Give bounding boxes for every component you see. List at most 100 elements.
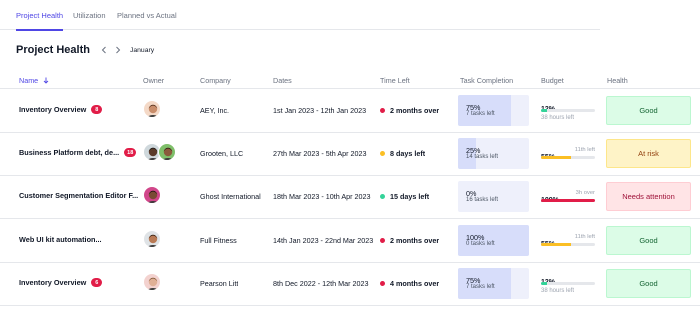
status-dot <box>380 281 385 286</box>
status-dot <box>380 108 385 113</box>
budget-bar <box>541 243 595 246</box>
budget: 55% 11th left <box>541 146 595 172</box>
table-row[interactable]: Customer Segmentation Editor F... Ghost … <box>0 175 700 219</box>
table-row[interactable]: Web UI kit automation... Full Fitness 14… <box>0 219 700 263</box>
avatar[interactable] <box>143 186 161 204</box>
budget-bar-fill <box>541 199 595 202</box>
column-header-health: Health <box>607 76 628 85</box>
budget: 55% 11th left <box>541 233 595 259</box>
health-status-badge: Needs attention <box>606 182 691 211</box>
time-left: 2 months over <box>380 106 439 115</box>
column-header-dates: Dates <box>273 76 292 85</box>
avatar[interactable] <box>143 100 161 118</box>
tab-utilization[interactable]: Utilization <box>73 11 106 20</box>
table-header: Name Owner Company Dates Time Left Task … <box>0 72 700 89</box>
project-name[interactable]: Web UI kit automation... <box>19 235 102 244</box>
status-dot <box>380 194 385 199</box>
budget: 12% 38 hours left <box>541 271 595 297</box>
time-left-label: 2 months over <box>390 236 440 245</box>
status-dot <box>380 238 385 243</box>
budget-bar <box>541 156 595 159</box>
owner-avatars <box>143 186 161 204</box>
column-header-name[interactable]: Name <box>19 76 49 85</box>
time-left: 8 days left <box>380 149 425 158</box>
project-cell[interactable]: Business Platform debt, de... 18 <box>19 148 137 157</box>
budget-bar-fill <box>541 282 548 285</box>
budget-bar <box>541 199 595 202</box>
budget-note: 11th left <box>574 147 595 153</box>
time-left-label: 2 months over <box>390 106 440 115</box>
health-status-badge: Good <box>606 96 691 125</box>
company-name: Ghost International <box>200 192 261 201</box>
tasks-left: 16 tasks left <box>466 197 499 203</box>
health-label: Good <box>639 236 658 245</box>
task-completion: 0% 16 tasks left <box>458 181 529 212</box>
table-row[interactable]: Business Platform debt, de... 18 Grooten… <box>0 132 700 176</box>
tasks-left: 14 tasks left <box>466 154 499 160</box>
company-name: Grooten, LLC <box>200 149 244 158</box>
owner-avatars <box>143 273 161 291</box>
time-left: 2 months over <box>380 236 439 245</box>
budget-note: 11th left <box>574 234 595 240</box>
health-label: Needs attention <box>622 192 675 201</box>
project-name[interactable]: Business Platform debt, de... <box>19 148 119 157</box>
column-header-time-left: Time Left <box>380 76 410 85</box>
budget-note: 3h over <box>575 190 595 196</box>
budget-bar <box>541 109 595 112</box>
budget-hours-left: 38 hours left <box>541 115 575 121</box>
task-completion: 75% 7 tasks left <box>458 268 529 299</box>
budget-bar-fill <box>541 109 548 112</box>
owner-avatars <box>143 143 176 161</box>
task-completion: 100% 0 tasks left <box>458 225 529 256</box>
health-label: Good <box>639 106 658 115</box>
avatar[interactable] <box>158 143 176 161</box>
project-name[interactable]: Inventory Overview <box>19 278 86 287</box>
tab-project-health[interactable]: Project Health <box>16 11 64 31</box>
chevron-left-icon[interactable] <box>98 44 110 56</box>
project-cell[interactable]: Customer Segmentation Editor F... <box>19 191 138 200</box>
month-label: January <box>129 46 155 54</box>
title-row: Project Health January <box>16 44 154 56</box>
tasks-left: 7 tasks left <box>466 284 495 290</box>
time-left-label: 8 days left <box>390 149 426 158</box>
avatar[interactable] <box>143 230 161 248</box>
tab-planned-vs-actual[interactable]: Planned vs Actual <box>117 11 177 20</box>
time-left: 15 days left <box>380 192 429 201</box>
column-header-owner: Owner <box>143 76 165 85</box>
project-name[interactable]: Inventory Overview <box>19 105 86 114</box>
date-range: 1st Jan 2023 - 12th Jan 2023 <box>273 106 367 115</box>
status-dot <box>380 151 385 156</box>
column-header-company: Company <box>200 76 231 85</box>
health-status-badge: At risk <box>606 139 691 168</box>
time-left: 4 months over <box>380 279 439 288</box>
table-row[interactable]: Inventory Overview 6 Pearson Litt 8th De… <box>0 262 700 306</box>
budget-bar-fill <box>541 156 571 159</box>
health-label: At risk <box>638 149 659 158</box>
owner-avatars <box>143 100 161 118</box>
budget-hours-left: 38 hours left <box>541 288 575 294</box>
avatar[interactable] <box>143 273 161 291</box>
company-name: Pearson Litt <box>200 279 239 288</box>
sort-down-icon <box>43 77 49 84</box>
count-badge: 18 <box>124 148 137 157</box>
date-range: 27th Mar 2023 - 5th Apr 2023 <box>273 149 367 158</box>
date-range: 14th Jan 2023 - 22nd Mar 2023 <box>273 236 374 245</box>
date-range: 18th Mar 2023 - 10th Apr 2023 <box>273 192 371 201</box>
chevron-right-icon[interactable] <box>112 44 124 56</box>
project-name[interactable]: Customer Segmentation Editor F... <box>19 191 138 200</box>
date-range: 8th Dec 2022 - 12th Mar 2023 <box>273 279 369 288</box>
project-cell[interactable]: Web UI kit automation... <box>19 235 102 244</box>
project-cell[interactable]: Inventory Overview 8 <box>19 105 103 114</box>
project-cell[interactable]: Inventory Overview 6 <box>19 278 103 287</box>
health-label: Good <box>639 279 658 288</box>
health-status-badge: Good <box>606 226 691 255</box>
tasks-left: 7 tasks left <box>466 111 495 117</box>
owner-avatars <box>143 230 161 248</box>
table-row[interactable]: Inventory Overview 8 AEY, Inc. 1st Jan 2… <box>0 89 700 133</box>
company-name: AEY, Inc. <box>200 106 230 115</box>
count-badge: 6 <box>91 278 103 287</box>
budget-bar-fill <box>541 243 571 246</box>
tasks-left: 0 tasks left <box>466 241 495 247</box>
time-left-label: 15 days left <box>390 192 430 201</box>
budget-bar <box>541 282 595 285</box>
